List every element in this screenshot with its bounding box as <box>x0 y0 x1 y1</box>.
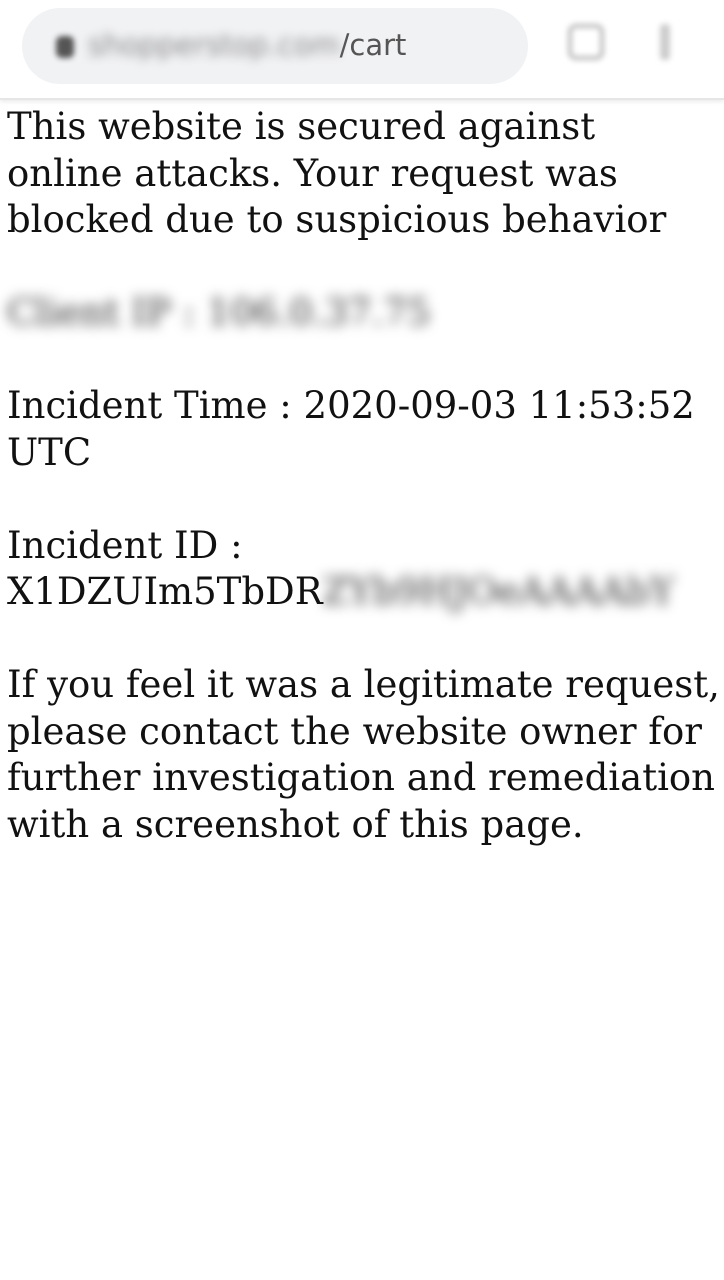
block-message: This website is secured against online a… <box>7 104 722 895</box>
url-domain: shopperstop.com <box>88 28 340 62</box>
client-ip: Client IP : 106.0.37.75 <box>7 291 431 334</box>
tabs-icon[interactable] <box>568 24 604 60</box>
url-text[interactable]: shopperstop.com/cart <box>88 28 406 62</box>
more-vert-icon[interactable] <box>660 24 670 60</box>
browser-toolbar: shopperstop.com/cart <box>0 0 724 100</box>
incident-id: Incident ID : X1DZUIm5TbDRZYb9HJOeAAAAbY <box>7 523 722 616</box>
intro-text: This website is secured against online a… <box>7 105 667 241</box>
url-path: /cart <box>339 28 407 62</box>
lock-icon[interactable] <box>56 36 74 58</box>
footer-text: If you feel it was a legitimate request,… <box>7 663 720 846</box>
incident-id-label: Incident ID : <box>7 523 243 567</box>
incident-id-visible: X1DZUIm5TbDR <box>7 570 323 613</box>
incident-id-blurred: ZYb9HJOeAAAAbY <box>322 570 675 613</box>
incident-time: Incident Time : 2020-09-03 11:53:52 UTC <box>7 383 722 476</box>
incident-time-label: Incident Time : <box>7 384 292 427</box>
address-bar[interactable]: shopperstop.com/cart <box>22 8 528 84</box>
